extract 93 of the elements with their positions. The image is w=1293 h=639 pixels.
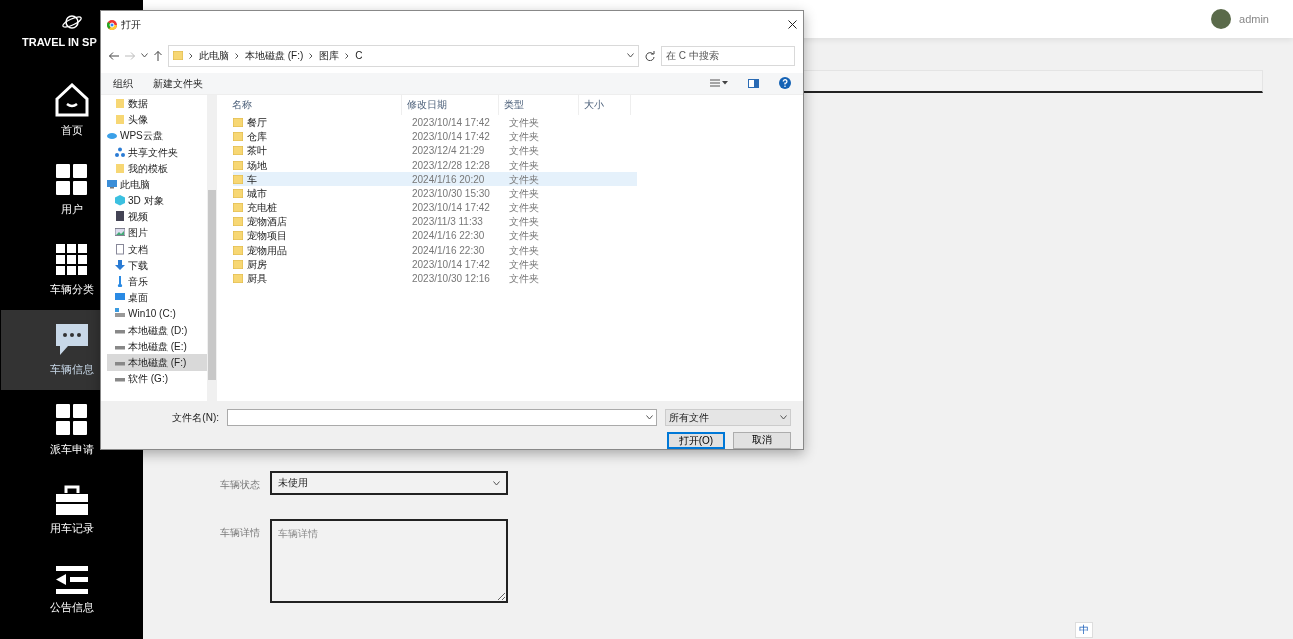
file-type-select[interactable]: 所有文件 bbox=[665, 409, 791, 426]
help-icon[interactable] bbox=[779, 77, 791, 90]
nav-tree-item[interactable]: 3D 对象 bbox=[107, 192, 207, 209]
planet-icon bbox=[60, 12, 83, 32]
monitor-icon bbox=[107, 178, 117, 190]
field-label: 车辆状态 bbox=[220, 478, 261, 492]
nav-tree-item[interactable]: 我的模板 bbox=[107, 160, 207, 177]
view-options-icon[interactable] bbox=[710, 79, 728, 88]
nav-tree-item[interactable]: 图片 bbox=[107, 224, 207, 242]
chevron-icon bbox=[345, 52, 350, 59]
chevron-icon bbox=[309, 52, 314, 59]
sidebar-item[interactable]: 公告信息 bbox=[1, 550, 142, 630]
file-row[interactable]: 厨具 2023/10/30 12:16 文件夹 bbox=[233, 271, 637, 286]
download-arrow-icon bbox=[115, 259, 125, 271]
details-field[interactable]: 车辆详情 bbox=[270, 519, 508, 603]
address-caret-icon bbox=[627, 53, 634, 59]
nav-tree-item[interactable]: 头像 bbox=[107, 111, 207, 128]
nav-tree-item[interactable]: 音乐 bbox=[107, 273, 207, 290]
cancel-button[interactable]: 取消 bbox=[733, 432, 791, 449]
column-header[interactable]: 修改日期 bbox=[402, 95, 499, 116]
filename-label: 文件名(N): bbox=[172, 412, 219, 423]
grid-icon bbox=[55, 403, 88, 436]
toolbar-button[interactable]: 组织 bbox=[113, 77, 133, 89]
file-row[interactable]: 仓库 2023/10/14 17:42 文件夹 bbox=[233, 129, 637, 144]
file-row[interactable]: 厨房 2023/10/14 17:42 文件夹 bbox=[233, 257, 637, 272]
file-row[interactable]: 餐厅 2023/10/14 17:42 文件夹 bbox=[233, 115, 637, 130]
document-icon bbox=[115, 243, 125, 255]
nav-tree-item[interactable]: 视频 bbox=[107, 208, 207, 225]
caret-icon bbox=[646, 415, 653, 420]
status-select[interactable]: 未使用 bbox=[270, 471, 508, 495]
file-row[interactable]: 宠物项目 2024/1/16 22:30 文件夹 bbox=[233, 228, 637, 244]
user-avatar[interactable] bbox=[1211, 9, 1232, 29]
user-name[interactable]: admin bbox=[1239, 13, 1269, 25]
folder-icon bbox=[173, 51, 183, 61]
nav-tree-item[interactable]: 数据 bbox=[107, 95, 207, 112]
chevron-icon bbox=[235, 52, 239, 59]
breadcrumb[interactable]: 此电脑 bbox=[199, 50, 229, 62]
breadcrumb[interactable]: 图库 bbox=[319, 50, 340, 62]
cube-icon bbox=[115, 195, 125, 207]
folder-icon bbox=[115, 162, 125, 174]
brand-name: TRAVEL IN SP bbox=[22, 36, 97, 48]
column-header[interactable]: 大小 bbox=[579, 95, 631, 116]
image-icon bbox=[115, 227, 125, 239]
nav-tree-item[interactable]: 本地磁盘 (F:) bbox=[107, 354, 207, 371]
nav-tree-item[interactable]: 下载 bbox=[107, 257, 207, 274]
search-field[interactable]: 在 C 中搜索 bbox=[661, 45, 795, 66]
nav-tree-item[interactable]: 桌面 bbox=[107, 289, 207, 306]
file-row[interactable]: 场地 2023/12/28 12:28 文件夹 bbox=[233, 157, 637, 173]
toolbar-button[interactable]: 新建文件夹 bbox=[153, 77, 203, 89]
folder-icon bbox=[115, 114, 125, 126]
file-row[interactable]: 充电桩 2023/10/14 17:42 文件夹 bbox=[233, 200, 637, 215]
sidebar-item[interactable]: 用车记录 bbox=[1, 470, 142, 550]
caret-icon bbox=[493, 480, 500, 486]
chat-icon bbox=[55, 323, 88, 356]
file-row[interactable]: 茶叶 2023/12/4 21:29 文件夹 bbox=[233, 143, 637, 158]
breadcrumb[interactable]: 本地磁盘 (F:) bbox=[245, 50, 304, 62]
grid-icon bbox=[55, 163, 88, 196]
cloud-icon bbox=[107, 130, 117, 142]
filename-field[interactable] bbox=[227, 409, 657, 426]
briefcase-icon bbox=[55, 484, 88, 515]
caret-icon bbox=[780, 415, 787, 420]
people-icon bbox=[115, 146, 125, 158]
scrollbar[interactable] bbox=[207, 95, 217, 401]
list-icon bbox=[55, 565, 88, 594]
file-row[interactable]: 车 2024/1/16 20:20 文件夹 bbox=[233, 172, 637, 187]
file-row[interactable]: 城市 2023/10/30 15:30 文件夹 bbox=[233, 186, 637, 201]
chevron-icon bbox=[189, 52, 193, 59]
grid-icon bbox=[55, 243, 88, 276]
dialog-title: 打开 bbox=[121, 19, 142, 31]
ime-toolbar[interactable]: 中 bbox=[1075, 622, 1093, 638]
nav-tree-item[interactable]: 此电脑 bbox=[107, 176, 207, 193]
preview-pane-icon[interactable] bbox=[748, 78, 759, 88]
close-icon[interactable] bbox=[788, 20, 797, 30]
nav-tree-item[interactable]: 文档 bbox=[107, 241, 207, 258]
open-button[interactable]: 打开(O) bbox=[667, 432, 725, 449]
field-label: 车辆详情 bbox=[220, 526, 261, 540]
breadcrumb[interactable]: C bbox=[355, 50, 363, 62]
column-header[interactable]: 名称 bbox=[227, 95, 402, 116]
history-caret-icon bbox=[141, 53, 148, 59]
sidebar-item[interactable]: 派车申请 bbox=[1, 390, 142, 470]
address-bar[interactable]: 此电脑 本地磁盘 (F:) 图库 C bbox=[168, 44, 639, 67]
refresh-icon[interactable] bbox=[645, 50, 655, 61]
up-arrow-icon[interactable] bbox=[154, 50, 162, 61]
drive-icon bbox=[115, 308, 125, 320]
file-row[interactable]: 宠物酒店 2023/11/3 11:33 文件夹 bbox=[233, 214, 637, 229]
file-row[interactable]: 宠物用品 2024/1/16 22:30 文件夹 bbox=[233, 243, 637, 258]
folder-icon bbox=[115, 97, 125, 109]
nav-tree-item[interactable]: 共享文件夹 bbox=[107, 143, 207, 161]
home-icon bbox=[53, 82, 90, 117]
nav-tree-item[interactable]: WPS云盘 bbox=[107, 127, 207, 144]
back-arrow-icon[interactable] bbox=[109, 51, 119, 60]
browser-logo-icon bbox=[107, 19, 117, 30]
column-header[interactable]: 类型 bbox=[499, 95, 579, 116]
